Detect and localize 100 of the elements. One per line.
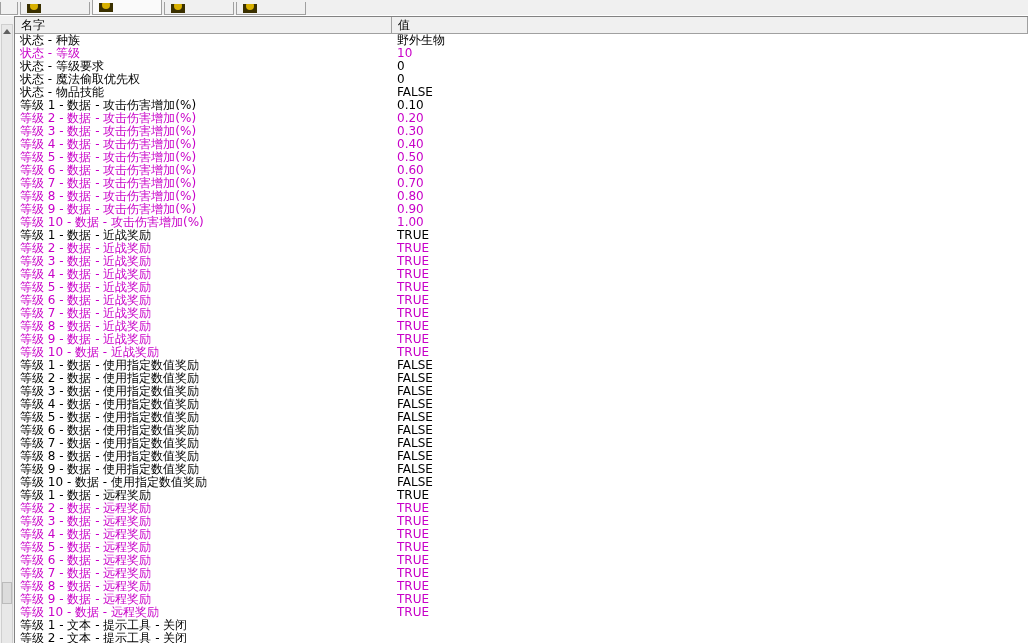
property-name: 等级 7 - 数据 - 近战奖励: [20, 307, 152, 320]
property-value: 0: [397, 73, 405, 86]
property-name: 状态 - 等级: [20, 47, 80, 60]
property-name: 等级 5 - 数据 - 攻击伤害增加(%): [20, 151, 197, 164]
property-name: 等级 9 - 数据 - 远程奖励: [20, 593, 152, 606]
property-value: 0.20: [397, 112, 424, 125]
property-name: 等级 9 - 数据 - 近战奖励: [20, 333, 152, 346]
property-value: 野外生物: [397, 34, 445, 47]
property-value: FALSE: [397, 411, 433, 424]
property-name: 等级 6 - 数据 - 攻击伤害增加(%): [20, 164, 197, 177]
column-header[interactable]: 值: [392, 17, 1028, 33]
property-name: 等级 7 - 数据 - 攻击伤害增加(%): [20, 177, 197, 190]
tab-icon: [99, 2, 113, 12]
tab[interactable]: [164, 2, 234, 15]
property-name: 等级 2 - 数据 - 使用指定数值奖励: [20, 372, 200, 385]
property-name: 等级 8 - 数据 - 使用指定数值奖励: [20, 450, 200, 463]
property-name: 等级 5 - 数据 - 近战奖励: [20, 281, 152, 294]
property-value: FALSE: [397, 86, 433, 99]
property-value: TRUE: [397, 242, 430, 255]
property-value: 0.60: [397, 164, 424, 177]
property-value: FALSE: [397, 385, 433, 398]
property-name: 等级 5 - 数据 - 使用指定数值奖励: [20, 411, 200, 424]
property-name: 等级 7 - 数据 - 使用指定数值奖励: [20, 437, 200, 450]
tab-icon: [27, 3, 41, 13]
property-value: TRUE: [397, 541, 430, 554]
property-value: FALSE: [397, 398, 433, 411]
property-value: TRUE: [397, 333, 430, 346]
property-value: TRUE: [397, 515, 430, 528]
property-name: 等级 1 - 数据 - 近战奖励: [20, 229, 152, 242]
property-value: 10: [397, 47, 413, 60]
property-name: 等级 7 - 数据 - 远程奖励: [20, 567, 152, 580]
property-name: 状态 - 魔法偷取优先权: [20, 73, 140, 86]
property-value: TRUE: [397, 554, 430, 567]
property-value: TRUE: [397, 268, 430, 281]
property-name: 等级 8 - 数据 - 近战奖励: [20, 320, 152, 333]
property-name: 等级 9 - 数据 - 攻击伤害增加(%): [20, 203, 197, 216]
property-name: 状态 - 物品技能: [20, 86, 104, 99]
property-name: 等级 8 - 数据 - 远程奖励: [20, 580, 152, 593]
property-value: 0.90: [397, 203, 424, 216]
property-name: 等级 4 - 数据 - 攻击伤害增加(%): [20, 138, 197, 151]
property-value: TRUE: [397, 502, 430, 515]
property-name: 等级 6 - 数据 - 近战奖励: [20, 294, 152, 307]
property-value: FALSE: [397, 463, 433, 476]
property-name: 等级 3 - 数据 - 使用指定数值奖励: [20, 385, 200, 398]
property-name: 等级 4 - 数据 - 远程奖励: [20, 528, 152, 541]
property-value: TRUE: [397, 294, 430, 307]
property-name: 等级 1 - 数据 - 远程奖励: [20, 489, 152, 502]
property-name: 等级 10 - 数据 - 远程奖励: [20, 606, 159, 619]
property-value: TRUE: [397, 528, 430, 541]
property-name: 等级 3 - 数据 - 攻击伤害增加(%): [20, 125, 197, 138]
tab-icon: [243, 3, 257, 13]
property-value: FALSE: [397, 424, 433, 437]
tab-icon: [171, 3, 185, 13]
property-value: FALSE: [397, 359, 433, 372]
tab[interactable]: [92, 0, 162, 15]
property-name: 等级 5 - 数据 - 远程奖励: [20, 541, 152, 554]
tab[interactable]: [20, 2, 90, 15]
property-value: FALSE: [397, 372, 433, 385]
property-value: 0.40: [397, 138, 424, 151]
property-value: FALSE: [397, 450, 433, 463]
property-name: 等级 6 - 数据 - 使用指定数值奖励: [20, 424, 200, 437]
property-name: 等级 10 - 数据 - 攻击伤害增加(%): [20, 216, 204, 229]
property-name: 状态 - 等级要求: [20, 60, 104, 73]
scroll-thumb[interactable]: [2, 582, 12, 604]
property-value: TRUE: [397, 567, 430, 580]
property-value: 1.00: [397, 216, 424, 229]
property-name: 等级 3 - 数据 - 远程奖励: [20, 515, 152, 528]
property-value: TRUE: [397, 489, 430, 502]
property-value: 0.10: [397, 99, 424, 112]
property-value: 0: [397, 60, 405, 73]
property-value: TRUE: [397, 320, 430, 333]
property-name: 等级 2 - 数据 - 攻击伤害增加(%): [20, 112, 197, 125]
property-name: 等级 1 - 数据 - 使用指定数值奖励: [20, 359, 200, 372]
property-value: FALSE: [397, 437, 433, 450]
tab[interactable]: [236, 2, 306, 15]
property-value: TRUE: [397, 606, 430, 619]
property-value: 0.50: [397, 151, 424, 164]
property-value: TRUE: [397, 281, 430, 294]
property-name: 等级 10 - 数据 - 近战奖励: [20, 346, 159, 359]
property-value: TRUE: [397, 229, 430, 242]
property-name: 等级 3 - 数据 - 近战奖励: [20, 255, 152, 268]
column-header[interactable]: 名字: [15, 17, 392, 33]
property-name: 等级 6 - 数据 - 远程奖励: [20, 554, 152, 567]
property-name: 等级 2 - 数据 - 远程奖励: [20, 502, 152, 515]
property-value: TRUE: [397, 307, 430, 320]
property-name: 等级 1 - 数据 - 攻击伤害增加(%): [20, 99, 197, 112]
property-name: 等级 4 - 数据 - 使用指定数值奖励: [20, 398, 200, 411]
property-value: TRUE: [397, 593, 430, 606]
property-name: 等级 2 - 数据 - 近战奖励: [20, 242, 152, 255]
property-name: 等级 1 - 文本 - 提示工具 - 关闭: [20, 619, 188, 632]
property-name: 等级 10 - 数据 - 使用指定数值奖励: [20, 476, 207, 489]
property-value: 0.30: [397, 125, 424, 138]
property-name: 状态 - 种族: [20, 34, 80, 47]
scrollbar[interactable]: [1, 24, 13, 643]
property-value: 0.80: [397, 190, 424, 203]
scroll-up-icon[interactable]: [3, 28, 11, 34]
property-value: 0.70: [397, 177, 424, 190]
property-name: 等级 9 - 数据 - 使用指定数值奖励: [20, 463, 200, 476]
property-value: TRUE: [397, 255, 430, 268]
property-value: FALSE: [397, 476, 433, 489]
